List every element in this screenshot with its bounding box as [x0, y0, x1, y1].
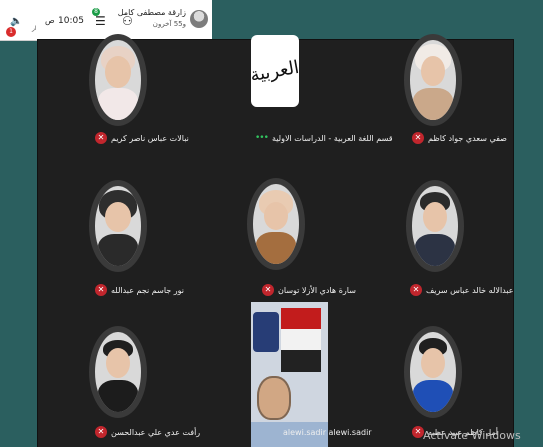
participant-name: alewi.sadir alewi.sadir — [283, 428, 372, 437]
watermark: Activate Windows — [423, 429, 521, 442]
participant-avatar — [95, 40, 141, 120]
emblem-image — [253, 312, 279, 352]
language-label: ار — [32, 25, 37, 32]
participant-name: نور جاسم نجم عبدالله — [111, 285, 184, 295]
time-label: 10:05 — [58, 16, 84, 26]
sound-icon[interactable]: 🔈 — [10, 16, 22, 27]
participant-name: قسم اللغة العربية - الدراسات الاولية — [271, 133, 393, 143]
logo-text: العربية — [248, 56, 302, 86]
mic-off-icon: ✕ — [95, 284, 107, 296]
mic-off-icon: ✕ — [95, 132, 107, 144]
participant-name-row: ✕ نور جاسم نجم عبدالله — [95, 282, 184, 298]
mic-off-icon: ✕ — [410, 284, 422, 296]
participant-name: صفي سعدي جواد كاظم — [428, 133, 507, 143]
notification-badge: 1 — [6, 27, 16, 37]
participant-name-row: ✕ عبدالاله خالد عباس سريف — [410, 282, 514, 298]
participant-name-row: ••• قسم اللغة العربية - الدراسات الاولية — [255, 130, 393, 146]
participant-avatar — [410, 332, 456, 412]
speaking-indicator-icon: ••• — [255, 133, 269, 143]
chat-icon[interactable]: ☰ — [95, 14, 106, 28]
caller-avatar — [190, 10, 208, 28]
participant-avatar — [95, 186, 141, 266]
participant-video — [251, 302, 328, 447]
mic-off-icon: ✕ — [95, 426, 107, 438]
participant-avatar — [410, 40, 456, 120]
participant-avatar — [95, 332, 141, 412]
department-logo: العربية — [248, 35, 302, 107]
participant-name-row: ✕ صفي سعدي جواد كاظم — [412, 130, 507, 146]
ampm-label: ص — [45, 16, 55, 25]
call-top-bar: زارقة مصطفى كامل جواد و55 آخرون ⚇ ☰ 8 10… — [0, 0, 212, 41]
speaker-face — [257, 376, 291, 420]
chat-badge: 8 — [92, 8, 100, 16]
participant-name-row: ✕ سارة هادي الأزلا توسان — [262, 282, 356, 298]
participant-name-row: ✕ رأفت عدي علي عبدالحسن — [95, 424, 200, 440]
participant-avatar — [412, 186, 458, 266]
mic-off-icon: ✕ — [412, 132, 424, 144]
people-icon[interactable]: ⚇ — [122, 14, 133, 28]
mic-off-icon: ✕ — [262, 284, 274, 296]
participant-name: نبالات عباس ناصر كريم — [111, 133, 189, 143]
participant-name: عبدالاله خالد عباس سريف — [426, 285, 514, 295]
flag-image — [281, 308, 321, 372]
participant-avatar — [253, 184, 299, 264]
participant-name: سارة هادي الأزلا توسان — [278, 285, 356, 295]
participant-name-row: ✕ نبالات عباس ناصر كريم — [95, 130, 189, 146]
participant-name: رأفت عدي علي عبدالحسن — [111, 427, 201, 437]
